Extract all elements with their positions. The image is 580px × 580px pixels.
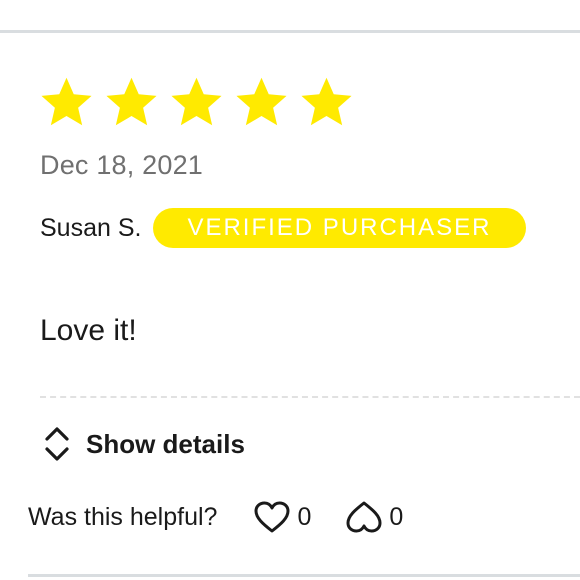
star-icon [298,74,355,131]
show-details-toggle[interactable]: Show details [40,424,245,464]
like-button[interactable]: 0 [253,500,311,534]
show-details-label: Show details [86,428,245,459]
helpful-question: Was this helpful? [28,502,218,531]
heart-icon [254,501,290,533]
star-icon [38,74,95,131]
dislike-count: 0 [389,502,404,531]
review-text: Love it! [40,314,137,347]
like-count: 0 [297,502,312,531]
star-icon [168,74,225,131]
dislike-icon [346,501,382,533]
author-row: Susan S. VERIFIED PURCHASER [40,208,526,248]
verified-purchaser-badge: VERIFIED PURCHASER [153,208,526,248]
bottom-divider [28,574,580,577]
dislike-button[interactable]: 0 [345,500,403,534]
dashed-divider [40,396,580,398]
helpful-row: Was this helpful? 0 0 [28,500,403,534]
chevron-up-down-icon [40,424,74,464]
star-icon [103,74,160,131]
author-name: Susan S. [40,213,142,242]
star-icon [233,74,290,131]
star-rating [38,74,355,131]
review-card: Dec 18, 2021 Susan S. VERIFIED PURCHASER… [0,0,580,580]
review-date: Dec 18, 2021 [40,150,204,180]
